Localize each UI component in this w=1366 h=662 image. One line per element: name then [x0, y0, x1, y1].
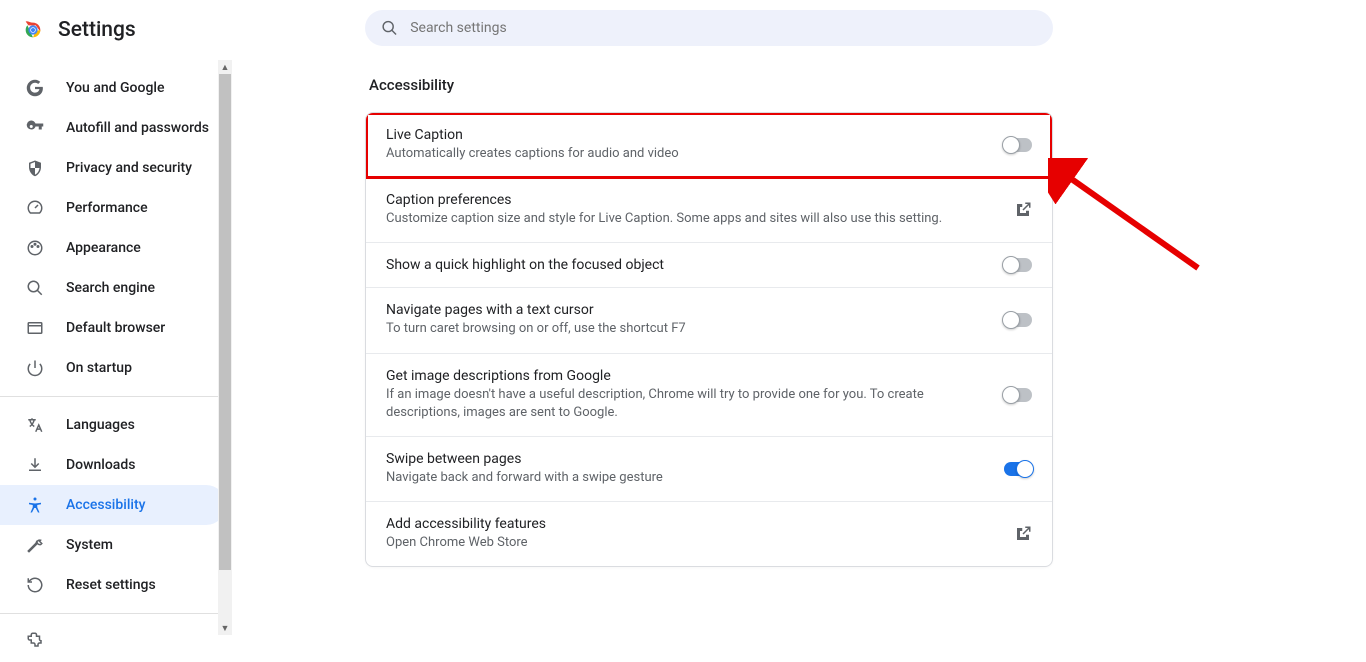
- row-add-features[interactable]: Add accessibility features Open Chrome W…: [366, 502, 1052, 566]
- section-title: Accessibility: [369, 76, 1053, 94]
- settings-card: Live Caption Automatically creates capti…: [365, 112, 1053, 567]
- row-subtitle: To turn caret browsing on or off, use th…: [386, 320, 984, 338]
- toggle-text-cursor[interactable]: [1004, 313, 1032, 327]
- sidebar-item-label: Performance: [66, 200, 148, 216]
- sidebar-item-privacy[interactable]: Privacy and security: [0, 148, 226, 188]
- sidebar-item-label: Downloads: [66, 457, 135, 473]
- row-live-caption[interactable]: Live Caption Automatically creates capti…: [366, 113, 1052, 178]
- sidebar-item-extensions[interactable]: [0, 622, 232, 662]
- sidebar-item-accessibility[interactable]: Accessibility: [0, 485, 226, 525]
- search-input[interactable]: [410, 20, 1037, 36]
- sidebar-item-appearance[interactable]: Appearance: [0, 228, 226, 268]
- row-title: Caption preferences: [386, 192, 994, 208]
- sidebar-item-label: On startup: [66, 360, 132, 376]
- sidebar-item-search-engine[interactable]: Search engine: [0, 268, 226, 308]
- toggle-live-caption[interactable]: [1004, 138, 1032, 152]
- sidebar-item-label: Search engine: [66, 280, 155, 296]
- sidebar-item-label: Default browser: [66, 320, 165, 336]
- sidebar-item-label: Accessibility: [66, 497, 145, 513]
- google-g-icon: [26, 79, 44, 97]
- search-icon: [26, 279, 44, 297]
- external-link-icon: [1014, 525, 1032, 543]
- page-title: Settings: [58, 18, 136, 42]
- sidebar-item-label: Autofill and passwords: [66, 120, 209, 136]
- palette-icon: [26, 239, 44, 257]
- wrench-icon: [26, 536, 44, 554]
- row-title: Add accessibility features: [386, 516, 994, 532]
- sidebar-item-performance[interactable]: Performance: [0, 188, 226, 228]
- row-subtitle: If an image doesn't have a useful descri…: [386, 386, 984, 422]
- row-title: Show a quick highlight on the focused ob…: [386, 257, 984, 273]
- row-quick-highlight[interactable]: Show a quick highlight on the focused ob…: [366, 243, 1052, 288]
- browser-icon: [26, 319, 44, 337]
- download-icon: [26, 456, 44, 474]
- extension-icon: [26, 631, 44, 653]
- row-text-cursor[interactable]: Navigate pages with a text cursor To tur…: [366, 288, 1052, 353]
- sidebar-item-label: You and Google: [66, 80, 164, 96]
- sidebar: Settings You and Google Autofill and pas…: [0, 0, 233, 635]
- sidebar-item-downloads[interactable]: Downloads: [0, 445, 226, 485]
- row-swipe-pages[interactable]: Swipe between pages Navigate back and fo…: [366, 437, 1052, 502]
- power-icon: [26, 359, 44, 377]
- sidebar-item-label: Appearance: [66, 240, 141, 256]
- speedometer-icon: [26, 199, 44, 217]
- sidebar-item-autofill[interactable]: Autofill and passwords: [0, 108, 226, 148]
- sidebar-item-label: System: [66, 537, 113, 553]
- external-link-icon: [1014, 201, 1032, 219]
- row-image-descriptions[interactable]: Get image descriptions from Google If an…: [366, 354, 1052, 437]
- row-title: Swipe between pages: [386, 451, 984, 467]
- sidebar-nav: You and Google Autofill and passwords Pr…: [0, 60, 232, 662]
- row-subtitle: Customize caption size and style for Liv…: [386, 210, 994, 228]
- accessibility-icon: [26, 496, 44, 514]
- main-content: Accessibility Live Caption Automatically…: [233, 0, 1366, 635]
- row-title: Navigate pages with a text cursor: [386, 302, 984, 318]
- scrollbar-up-icon[interactable]: ▲: [218, 60, 232, 74]
- sidebar-item-reset[interactable]: Reset settings: [0, 565, 226, 605]
- chrome-logo-icon: [22, 19, 44, 41]
- toggle-quick-highlight[interactable]: [1004, 258, 1032, 272]
- sidebar-item-you-and-google[interactable]: You and Google: [0, 68, 226, 108]
- sidebar-header: Settings: [0, 0, 232, 60]
- scrollbar-down-icon[interactable]: ▼: [218, 621, 232, 635]
- row-title: Live Caption: [386, 127, 984, 143]
- reset-icon: [26, 576, 44, 594]
- row-caption-preferences[interactable]: Caption preferences Customize caption si…: [366, 178, 1052, 243]
- sidebar-item-label: Reset settings: [66, 577, 156, 593]
- sidebar-item-default-browser[interactable]: Default browser: [0, 308, 226, 348]
- toggle-swipe-pages[interactable]: [1004, 462, 1032, 476]
- shield-icon: [26, 159, 44, 177]
- row-title: Get image descriptions from Google: [386, 368, 984, 384]
- row-subtitle: Automatically creates captions for audio…: [386, 145, 984, 163]
- scrollbar-thumb[interactable]: [219, 74, 231, 570]
- translate-icon: [26, 416, 44, 434]
- row-subtitle: Open Chrome Web Store: [386, 534, 994, 552]
- key-icon: [26, 119, 44, 137]
- nav-divider: [0, 613, 232, 614]
- search-icon: [381, 19, 398, 37]
- sidebar-item-label: Languages: [66, 417, 135, 433]
- sidebar-item-label: Privacy and security: [66, 160, 192, 176]
- nav-divider: [0, 396, 232, 397]
- toggle-image-descriptions[interactable]: [1004, 388, 1032, 402]
- row-subtitle: Navigate back and forward with a swipe g…: [386, 469, 984, 487]
- sidebar-item-on-startup[interactable]: On startup: [0, 348, 226, 388]
- sidebar-item-system[interactable]: System: [0, 525, 226, 565]
- sidebar-item-languages[interactable]: Languages: [0, 405, 226, 445]
- search-bar[interactable]: [365, 10, 1053, 46]
